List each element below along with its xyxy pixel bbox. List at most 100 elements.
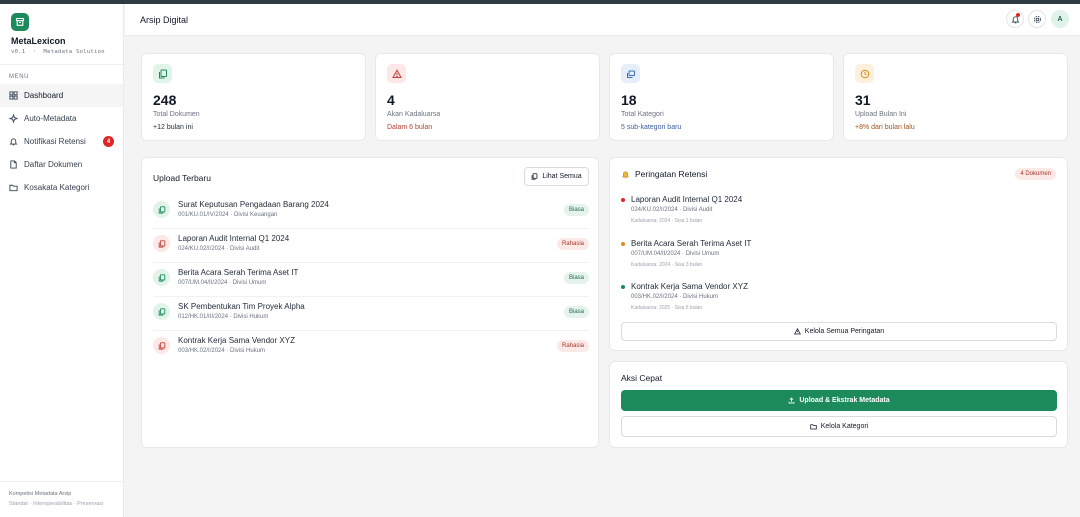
classification-badge: Biasa: [563, 272, 589, 284]
documents-icon: [153, 64, 172, 83]
clock-icon: [855, 64, 874, 83]
document-icon: [153, 269, 170, 286]
layers-icon: [621, 64, 640, 83]
page-title: Arsip Digital: [140, 15, 189, 25]
stat-value: 31: [855, 92, 871, 108]
document-title: Berita Acara Serah Terima Aset IT: [178, 268, 299, 277]
list-item[interactable]: Kontrak Kerja Sama Vendor XYZ 003/HK.02/…: [153, 331, 589, 365]
sidebar-item-dashboard[interactable]: Dashboard: [0, 84, 123, 107]
bell-icon: [9, 138, 18, 146]
document-title: Laporan Audit Internal Q1 2024: [178, 234, 290, 243]
sidebar-item-label: Kosakata Kategori: [24, 183, 90, 192]
documents-icon: [532, 173, 538, 180]
document-meta: 001/KU.01/IV/2024 · Divisi Keuangan: [178, 212, 278, 218]
stat-label: Upload Bulan Ini: [855, 111, 907, 118]
retention-doc-meta: 007/UM.04/II/2024 · Divisi Umum: [631, 251, 720, 257]
quick-actions-title: Aksi Cepat: [621, 373, 663, 383]
notifications-button[interactable]: [1006, 10, 1024, 28]
list-item[interactable]: SK Pembentukan Tim Proyek Alpha 012/HK.0…: [153, 297, 589, 331]
stat-card-total-dokumen: 248 Total Dokumen +12 bulan ini: [141, 53, 366, 141]
sidebar-item-notifikasi-retensi[interactable]: Notifikasi Retensi 4: [0, 130, 123, 153]
upload-extract-button[interactable]: Upload & Ekstrak Metadata: [621, 390, 1057, 411]
document-icon: [153, 235, 170, 252]
folder-icon: [9, 184, 18, 192]
document-title: Surat Keputusan Pengadaan Barang 2024: [178, 200, 329, 209]
retention-doc-meta: 003/HK.02/I/2024 · Divisi Hukum: [631, 294, 719, 300]
gear-icon: [1033, 15, 1041, 23]
folder-icon: [810, 424, 817, 430]
stat-trend: Dalam 6 bulan: [387, 124, 433, 131]
status-dot: [621, 285, 625, 289]
stat-label: Total Kategori: [621, 111, 664, 118]
app-version-line: v0.1 · Metadata Solution: [11, 49, 105, 55]
list-item[interactable]: Berita Acara Serah Terima Aset IT 007/UM…: [153, 263, 589, 297]
upload-extract-label: Upload & Ekstrak Metadata: [799, 397, 890, 404]
document-meta: 007/UM.04/II/2024 · Divisi Umum: [178, 280, 267, 286]
stat-trend: +12 bulan ini: [153, 124, 193, 131]
archive-logo-icon: [11, 13, 29, 31]
retention-header: Peringatan Retensi: [621, 169, 707, 179]
top-header: Arsip Digital A: [125, 4, 1080, 36]
retention-doc-title: Kontrak Kerja Sama Vendor XYZ: [631, 282, 748, 291]
classification-badge: Rahasia: [556, 340, 589, 352]
stat-label: Total Dokumen: [153, 111, 200, 118]
sidebar-item-label: Daftar Dokumen: [24, 160, 83, 169]
notification-count-badge: 4: [103, 136, 114, 147]
view-all-button[interactable]: Lihat Semua: [524, 167, 589, 186]
retention-doc-title: Laporan Audit Internal Q1 2024: [631, 195, 743, 204]
retention-count-badge: 4 Dokumen: [1015, 168, 1056, 180]
list-item[interactable]: Surat Keputusan Pengadaan Barang 2024 00…: [153, 195, 589, 229]
notification-dot: [1016, 13, 1020, 17]
status-dot: [621, 242, 625, 246]
bell-icon: [621, 171, 630, 178]
manage-warnings-button[interactable]: Kelola Semua Peringatan: [621, 322, 1057, 341]
footer-subtitle: Standar · Interoperabilitas · Preservasi: [9, 501, 104, 507]
stat-card-akan-kadaluarsa: 4 Akan Kadaluarsa Dalam 6 bulan: [375, 53, 600, 141]
app-name: MetaLexicon: [11, 36, 66, 46]
view-all-label: Lihat Semua: [542, 173, 582, 180]
warning-icon: [387, 64, 406, 83]
document-title: SK Pembentukan Tim Proyek Alpha: [178, 302, 305, 311]
sidebar: MetaLexicon v0.1 · Metadata Solution MEN…: [0, 4, 124, 517]
sidebar-item-kosakata-kategori[interactable]: Kosakata Kategori: [0, 176, 123, 199]
manage-warnings-label: Kelola Semua Peringatan: [804, 328, 885, 335]
retention-doc-due: Kadaluarsa: 2024 · Sisa 3 bulan: [631, 262, 703, 268]
retention-doc-meta: 024/KU.02/I/2024 · Divisi Audit: [631, 207, 713, 213]
sparkle-icon: [9, 114, 18, 123]
stat-card-upload-bulan-ini: 31 Upload Bulan Ini +8% dari bulan lalu: [843, 53, 1068, 141]
manage-categories-label: Kelola Kategori: [820, 423, 869, 430]
classification-badge: Biasa: [563, 204, 589, 216]
upload-icon: [789, 397, 795, 404]
recent-uploads-card: Upload Terbaru Lihat Semua Surat Keputus…: [141, 157, 599, 448]
warning-icon: [793, 328, 801, 335]
sidebar-item-daftar-dokumen[interactable]: Daftar Dokumen: [0, 153, 123, 176]
recent-uploads-title: Upload Terbaru: [153, 173, 211, 183]
stat-value: 18: [621, 92, 637, 108]
manage-categories-button[interactable]: Kelola Kategori: [621, 416, 1057, 437]
document-icon: [153, 303, 170, 320]
document-icon: [10, 160, 17, 169]
settings-button[interactable]: [1028, 10, 1046, 28]
sidebar-item-auto-metadata[interactable]: Auto-Metadata: [0, 107, 123, 130]
stat-trend: 5 sub-kategori baru: [621, 124, 682, 131]
user-avatar[interactable]: A: [1051, 10, 1069, 28]
stat-value: 248: [153, 92, 177, 108]
sidebar-item-label: Auto-Metadata: [24, 114, 77, 123]
list-item[interactable]: Laporan Audit Internal Q1 2024 024/KU.02…: [153, 229, 589, 263]
document-meta: 003/HK.02/I/2024 · Divisi Hukum: [178, 348, 266, 354]
document-icon: [153, 201, 170, 218]
brand: MetaLexicon v0.1 · Metadata Solution: [0, 4, 123, 65]
stat-trend: +8% dari bulan lalu: [855, 124, 915, 131]
classification-badge: Rahasia: [556, 238, 589, 250]
retention-doc-title: Berita Acara Serah Terima Aset IT: [631, 239, 752, 248]
sidebar-nav: Dashboard Auto-Metadata Notifikasi Reten…: [0, 84, 123, 199]
retention-doc-due: Kadaluarsa: 2024 · Sisa 1 bulan: [631, 218, 703, 224]
document-icon: [153, 337, 170, 354]
status-dot: [621, 198, 625, 202]
quick-actions-card: Aksi Cepat Upload & Ekstrak Metadata Kel…: [609, 361, 1068, 448]
dashboard-icon: [9, 91, 18, 100]
stat-card-total-kategori: 18 Total Kategori 5 sub-kategori baru: [609, 53, 834, 141]
stat-value: 4: [387, 92, 395, 108]
classification-badge: Biasa: [563, 306, 589, 318]
menu-label: MENU: [9, 74, 30, 80]
